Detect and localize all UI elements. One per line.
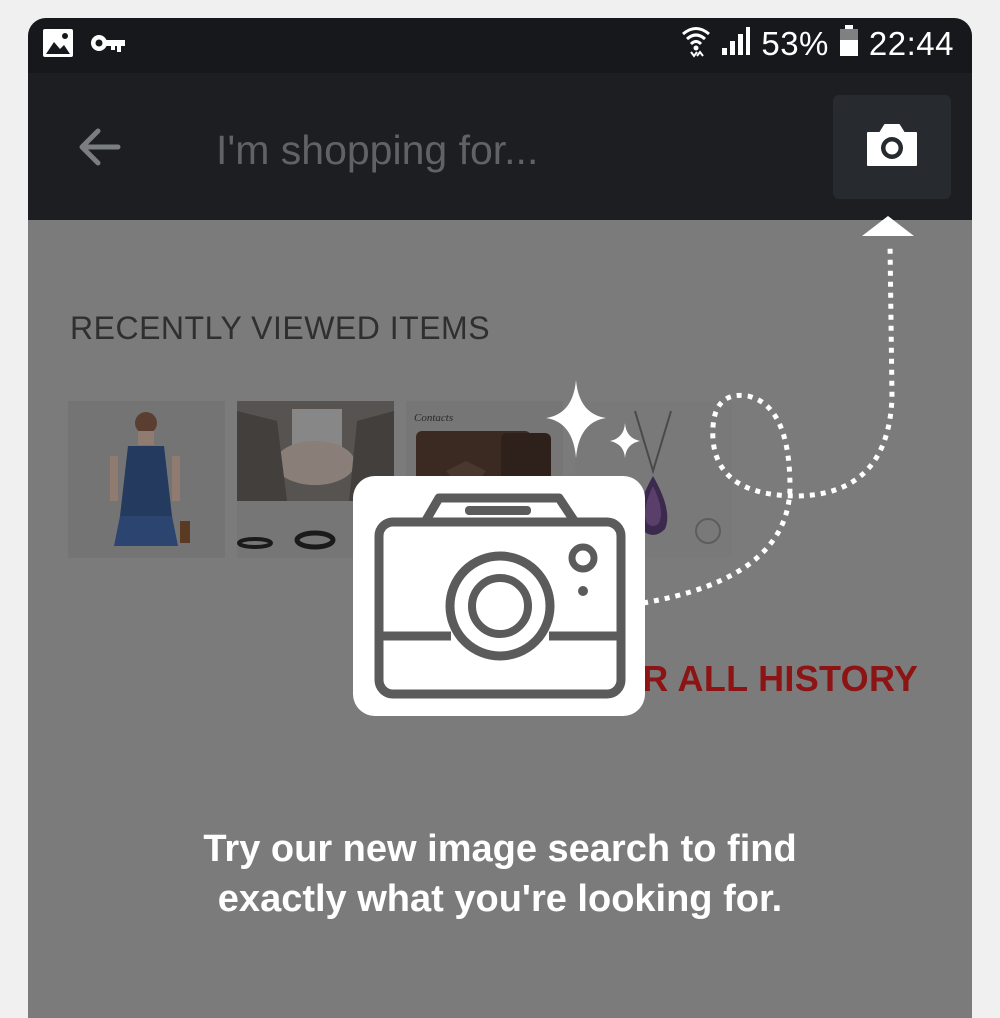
arrow-head-icon [862, 216, 914, 236]
promo-line-2: exactly what you're looking for. [217, 878, 783, 920]
camera-outline-icon [353, 493, 645, 720]
image-search-illustration [353, 476, 645, 716]
phone-screen: 53% 22:44 I'm shopping for... RECENTLY V… [28, 18, 972, 1018]
sparkle-icon [546, 380, 606, 458]
promo-line-1: Try our new image search to find [203, 828, 797, 870]
image-search-promo: Try our new image search to find exactly… [28, 824, 972, 924]
sparkle-small-icon [610, 423, 640, 458]
